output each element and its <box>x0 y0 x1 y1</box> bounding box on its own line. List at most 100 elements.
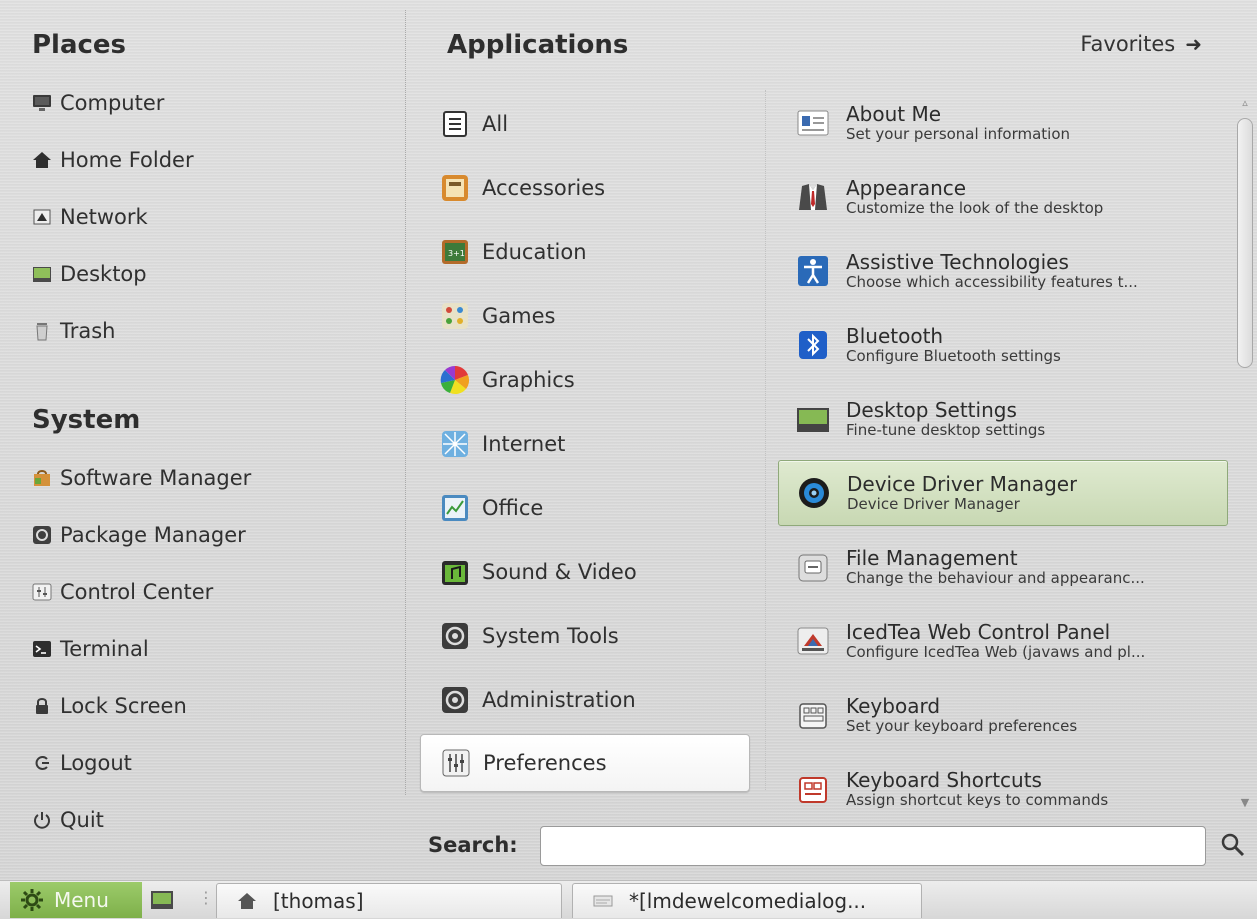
app-icedtea-web-control-panel[interactable]: IcedTea Web Control Panel Configure IcedT… <box>778 608 1228 674</box>
desktop-settings-icon <box>796 402 830 436</box>
show-desktop-icon <box>151 891 173 909</box>
category-label: All <box>482 112 509 136</box>
keyboard-shortcuts-icon <box>796 772 830 806</box>
appearance-icon <box>796 180 830 214</box>
category-label: System Tools <box>482 624 619 648</box>
window-title: [thomas] <box>273 889 364 913</box>
system-package-manager[interactable]: Package Manager <box>32 515 392 555</box>
accessories-icon <box>440 173 470 203</box>
app-keyboard[interactable]: Keyboard Set your keyboard preferences <box>778 682 1228 748</box>
sound-video-icon <box>440 557 470 587</box>
app-name: Assistive Technologies <box>846 250 1069 274</box>
menu-label: Menu <box>54 888 109 912</box>
arrow-right-icon: ➜ <box>1185 32 1202 56</box>
places-heading: Places <box>32 30 127 60</box>
app-name: Keyboard Shortcuts <box>846 768 1042 792</box>
terminal-icon <box>32 639 52 659</box>
search-label: Search: <box>428 833 518 857</box>
app-assistive-technologies[interactable]: Assistive Technologies Choose which acces… <box>778 238 1228 304</box>
search-icon[interactable] <box>1220 832 1246 858</box>
category-games[interactable]: Games <box>420 288 750 344</box>
preferences-icon <box>441 748 471 778</box>
category-sound-video[interactable]: Sound & Video <box>420 544 750 600</box>
category-accessories[interactable]: Accessories <box>420 160 750 216</box>
application-menu: Places Computer Home Folder Network Desk… <box>0 0 1257 880</box>
gear-icon <box>21 889 43 911</box>
app-keyboard-shortcuts[interactable]: Keyboard Shortcuts Assign shortcut keys t… <box>778 756 1228 822</box>
category-internet[interactable]: Internet <box>420 416 750 472</box>
favorites-button[interactable]: Favorites ➜ <box>1080 32 1202 56</box>
app-description: Device Driver Manager <box>847 494 1020 513</box>
category-preferences[interactable]: Preferences <box>420 734 750 792</box>
place-label: Trash <box>60 319 116 343</box>
category-label: Administration <box>482 688 636 712</box>
category-label: Games <box>482 304 556 328</box>
menu-button[interactable]: Menu <box>10 882 142 918</box>
window-title: *[lmdewelcomedialog... <box>629 889 867 913</box>
home-icon <box>238 893 256 909</box>
category-administration[interactable]: Administration <box>420 672 750 728</box>
app-description: Change the behaviour and appearanc... <box>846 568 1145 587</box>
system-item-label: Package Manager <box>60 523 246 547</box>
app-appearance[interactable]: Appearance Customize the look of the desk… <box>778 164 1228 230</box>
app-name: Bluetooth <box>846 324 944 348</box>
app-description: Configure IcedTea Web (javaws and pl... <box>846 642 1146 661</box>
file-management-icon <box>796 550 830 584</box>
category-all[interactable]: All <box>420 96 750 152</box>
scroll-down-arrow-icon[interactable]: ▼ <box>1238 796 1252 810</box>
place-network[interactable]: Network <box>32 197 392 237</box>
lock-icon <box>32 696 52 716</box>
games-icon <box>440 301 470 331</box>
app-description: Assign shortcut keys to commands <box>846 790 1109 809</box>
place-computer[interactable]: Computer <box>32 83 392 123</box>
panel-handle-icon[interactable]: ⋮ <box>198 888 214 907</box>
app-name: File Management <box>846 546 1018 570</box>
system-software-manager[interactable]: Software Manager <box>32 458 392 498</box>
control-center-icon <box>32 582 52 602</box>
app-description: Customize the look of the desktop <box>846 198 1104 217</box>
system-logout[interactable]: Logout <box>32 743 392 783</box>
place-home-folder[interactable]: Home Folder <box>32 140 392 180</box>
app-desktop-settings[interactable]: Desktop Settings Fine-tune desktop settin… <box>778 386 1228 452</box>
app-name: Appearance <box>846 176 967 200</box>
scrollbar-thumb[interactable] <box>1237 118 1253 368</box>
system-control-center[interactable]: Control Center <box>32 572 392 612</box>
app-file-management[interactable]: File Management Change the behaviour and … <box>778 534 1228 600</box>
bluetooth-icon <box>796 328 830 362</box>
category-label: Graphics <box>482 368 575 392</box>
app-name: Desktop Settings <box>846 398 1017 422</box>
scroll-up-arrow-icon[interactable]: ▵ <box>1238 96 1252 110</box>
system-terminal[interactable]: Terminal <box>32 629 392 669</box>
home-icon <box>32 150 52 170</box>
app-device-driver-manager[interactable]: Device Driver Manager Device Driver Manag… <box>778 460 1228 526</box>
app-bluetooth[interactable]: Bluetooth Configure Bluetooth settings <box>778 312 1228 378</box>
internet-icon <box>440 429 470 459</box>
accessibility-icon <box>796 254 830 288</box>
system-item-label: Terminal <box>60 637 149 661</box>
show-desktop-button[interactable] <box>148 886 176 914</box>
category-system-tools[interactable]: System Tools <box>420 608 750 664</box>
category-office[interactable]: Office <box>420 480 750 536</box>
text-editor-icon <box>593 895 613 907</box>
package-manager-icon <box>32 525 52 545</box>
desktop-icon <box>32 264 52 284</box>
office-icon <box>440 493 470 523</box>
place-label: Desktop <box>60 262 147 286</box>
taskbar-window-thomas[interactable]: [thomas] <box>216 883 562 918</box>
category-label: Education <box>482 240 587 264</box>
taskbar-window-welcome-dialog[interactable]: *[lmdewelcomedialog... <box>572 883 922 918</box>
system-quit[interactable]: Quit <box>32 800 392 840</box>
all-icon <box>440 109 470 139</box>
system-lock-screen[interactable]: Lock Screen <box>32 686 392 726</box>
place-desktop[interactable]: Desktop <box>32 254 392 294</box>
categories-separator <box>765 90 766 790</box>
category-label: Accessories <box>482 176 606 200</box>
computer-icon <box>32 93 52 113</box>
category-graphics[interactable]: Graphics <box>420 352 750 408</box>
icedtea-icon <box>796 624 830 658</box>
system-item-label: Software Manager <box>60 466 252 490</box>
place-trash[interactable]: Trash <box>32 311 392 351</box>
category-education[interactable]: 3+1 Education <box>420 224 750 280</box>
search-input[interactable] <box>540 826 1206 866</box>
app-about-me[interactable]: About Me Set your personal information <box>778 90 1228 156</box>
